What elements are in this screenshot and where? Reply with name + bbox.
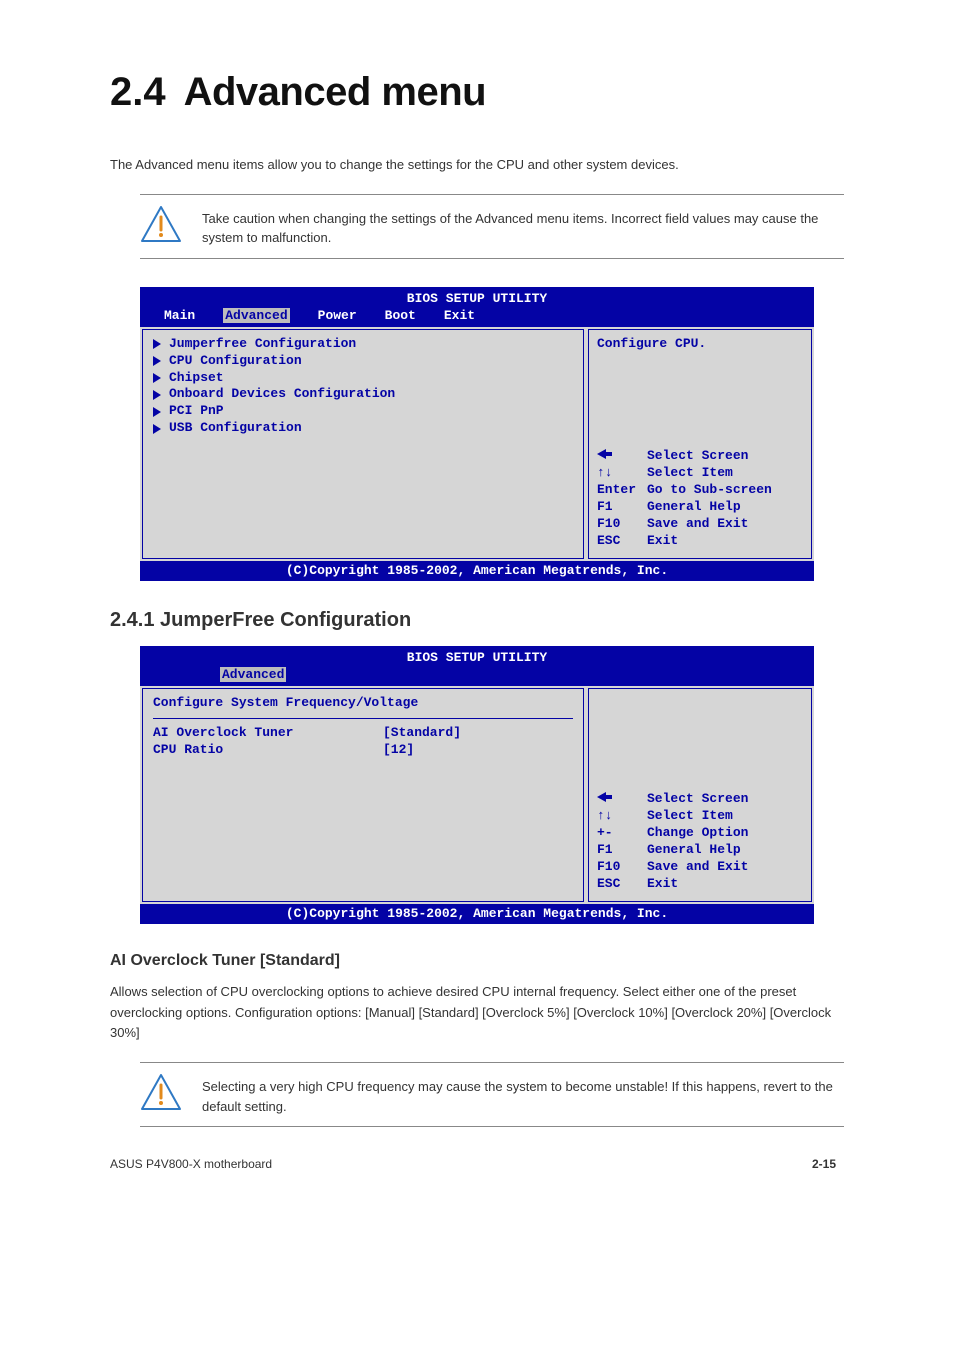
item-heading: AI Overclock Tuner [Standard] xyxy=(110,952,844,970)
bios-section-title: Configure System Frequency/Voltage xyxy=(153,695,573,712)
warning-text: Selecting a very high CPU frequency may … xyxy=(202,1073,844,1116)
bios-key-desc: Select Item xyxy=(647,465,733,482)
bios-panel-advanced: BIOS SETUP UTILITY Main Advanced Power B… xyxy=(140,287,814,581)
warning-box-1: Take caution when changing the settings … xyxy=(140,194,844,259)
submenu-arrow-icon xyxy=(153,373,161,383)
bios-key-desc: Select Screen xyxy=(647,448,748,465)
bios-copyright: (C)Copyright 1985-2002, American Megatre… xyxy=(140,561,814,581)
bios-tab-advanced[interactable]: Advanced xyxy=(223,308,289,323)
bios-menu-label: Jumperfree Configuration xyxy=(169,336,356,353)
bios-tab-exit[interactable]: Exit xyxy=(444,308,475,323)
submenu-arrow-icon xyxy=(153,407,161,417)
bios-key-desc: Select Item xyxy=(647,808,733,825)
bios-key-desc: Exit xyxy=(647,533,678,550)
heading-number: 2.4 xyxy=(110,70,166,115)
bios-tab-boot[interactable]: Boot xyxy=(385,308,416,323)
bios-setting-row[interactable]: AI Overclock Tuner [Standard] xyxy=(153,725,573,742)
bios-key-legend: Select Screen ↑↓Select Item +-Change Opt… xyxy=(597,791,803,892)
bios-menu-label: USB Configuration xyxy=(169,420,302,437)
bios-menu-label: CPU Configuration xyxy=(169,353,302,370)
bios-setting-value: [Standard] xyxy=(383,725,573,742)
bios-setting-label: CPU Ratio xyxy=(153,742,383,759)
bios-tab-bar: Main Advanced Power Boot Exit xyxy=(140,306,814,327)
bios-menu-label: Chipset xyxy=(169,370,224,387)
page-footer: ASUS P4V800-X motherboard 2-15 xyxy=(110,1157,844,1171)
submenu-arrow-icon xyxy=(153,339,161,349)
bios-key-desc: Save and Exit xyxy=(647,516,748,533)
bios-key-desc: Exit xyxy=(647,876,678,893)
bios-key-desc: Go to Sub-screen xyxy=(647,482,772,499)
bios-tab-advanced[interactable]: Advanced xyxy=(220,667,286,682)
item-paragraph: Allows selection of CPU overclocking opt… xyxy=(110,982,844,1044)
bios-menu-label: PCI PnP xyxy=(169,403,224,420)
bios-copyright: (C)Copyright 1985-2002, American Megatre… xyxy=(140,904,814,924)
bios-key-desc: Select Screen xyxy=(647,791,748,808)
bios-tab-bar: Advanced xyxy=(140,665,814,686)
bios-menu-item[interactable]: USB Configuration xyxy=(153,420,573,437)
intro-paragraph: The Advanced menu items allow you to cha… xyxy=(110,155,844,176)
bios-menu-item[interactable]: Jumperfree Configuration xyxy=(153,336,573,353)
bios-key xyxy=(597,791,647,808)
bios-menu-item[interactable]: Chipset xyxy=(153,370,573,387)
bios-key: ↑↓ xyxy=(597,465,647,482)
submenu-arrow-icon xyxy=(153,356,161,366)
bios-setting-label: AI Overclock Tuner xyxy=(153,725,383,742)
warning-icon xyxy=(140,205,182,243)
submenu-arrow-icon xyxy=(153,424,161,434)
divider xyxy=(153,718,573,719)
bios-menu-list: Jumperfree Configuration CPU Configurati… xyxy=(142,329,584,559)
bios-key: Enter xyxy=(597,482,647,499)
bios-help-text: Configure CPU. xyxy=(597,336,803,353)
bios-key: F1 xyxy=(597,499,647,516)
bios-help-pane: Select Screen ↑↓Select Item +-Change Opt… xyxy=(588,688,812,902)
bios-key-desc: General Help xyxy=(647,499,741,516)
footer-left: ASUS P4V800-X motherboard xyxy=(110,1157,272,1171)
warning-text: Take caution when changing the settings … xyxy=(202,205,844,248)
bios-setting-row[interactable]: CPU Ratio [12] xyxy=(153,742,573,759)
bios-key: ↑↓ xyxy=(597,808,647,825)
bios-key-legend: Select Screen ↑↓Select Item EnterGo to S… xyxy=(597,448,803,549)
heading-title: Advanced menu xyxy=(184,70,486,115)
left-arrow-icon xyxy=(597,449,606,459)
bios-title: BIOS SETUP UTILITY xyxy=(140,287,814,306)
bios-key: F10 xyxy=(597,859,647,876)
bios-panel-jumperfree: BIOS SETUP UTILITY Advanced Configure Sy… xyxy=(140,646,814,924)
bios-menu-label: Onboard Devices Configuration xyxy=(169,386,395,403)
bios-key: ESC xyxy=(597,533,647,550)
bios-key-desc: Save and Exit xyxy=(647,859,748,876)
bios-menu-item[interactable]: PCI PnP xyxy=(153,403,573,420)
bios-setting-value: [12] xyxy=(383,742,573,759)
bios-help-pane: Configure CPU. Select Screen ↑↓Select It… xyxy=(588,329,812,559)
bios-menu-item[interactable]: Onboard Devices Configuration xyxy=(153,386,573,403)
bios-key: ESC xyxy=(597,876,647,893)
left-arrow-icon xyxy=(597,792,606,802)
warning-box-2: Selecting a very high CPU frequency may … xyxy=(140,1062,844,1127)
bios-key-desc: Change Option xyxy=(647,825,748,842)
bios-title: BIOS SETUP UTILITY xyxy=(140,646,814,665)
bios-tab-main[interactable]: Main xyxy=(164,308,195,323)
footer-page-number: 2-15 xyxy=(812,1157,836,1171)
submenu-arrow-icon xyxy=(153,390,161,400)
bios-key xyxy=(597,448,647,465)
bios-key: F10 xyxy=(597,516,647,533)
bios-menu-item[interactable]: CPU Configuration xyxy=(153,353,573,370)
bios-key: +- xyxy=(597,825,647,842)
bios-key: F1 xyxy=(597,842,647,859)
section-heading: 2.4 Advanced menu xyxy=(110,70,844,115)
bios-settings-pane: Configure System Frequency/Voltage AI Ov… xyxy=(142,688,584,902)
bios-key-desc: General Help xyxy=(647,842,741,859)
subsection-heading: 2.4.1 JumperFree Configuration xyxy=(110,609,844,632)
bios-tab-power[interactable]: Power xyxy=(318,308,357,323)
warning-icon xyxy=(140,1073,182,1111)
